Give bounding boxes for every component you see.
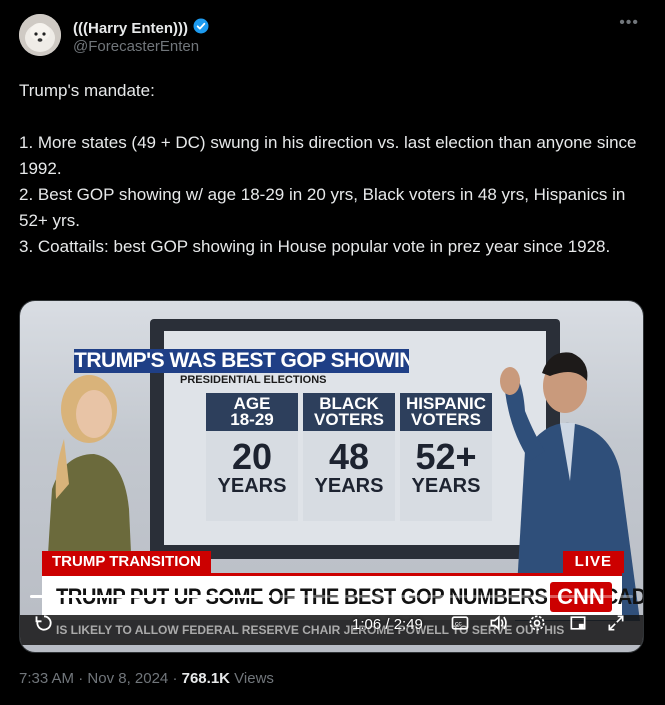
column-number: 48	[328, 436, 370, 477]
column-unit: YEARS	[314, 475, 384, 497]
volume-icon[interactable]	[487, 613, 509, 637]
column-unit: YEARS	[217, 475, 287, 497]
column-head: AGE 18-29	[206, 393, 298, 431]
tweet-date[interactable]: Nov 8, 2024	[87, 670, 168, 687]
video-progress-bar[interactable]	[30, 595, 633, 598]
section-tag: TRUMP TRANSITION	[42, 551, 211, 573]
graphic-subtitle: PRESIDENTIAL ELECTIONS	[180, 374, 327, 386]
graphic-column: AGE 18-29 20 YEARS	[206, 393, 298, 521]
column-head: BLACK VOTERS	[303, 393, 395, 431]
column-head: HISPANIC VOTERS	[400, 393, 492, 431]
views-label: Views	[234, 670, 274, 687]
news-ticker: IS LIKELY TO ALLOW FEDERAL RESERVE CHAIR…	[20, 615, 643, 645]
author-name-row[interactable]: (((Harry Enten)))	[73, 17, 210, 39]
captions-icon[interactable]: cc	[450, 613, 470, 637]
author-handle[interactable]: @ForecasterEnten	[73, 38, 199, 55]
column-unit: YEARS	[411, 475, 481, 497]
replay-icon[interactable]	[34, 613, 54, 637]
avatar[interactable]	[19, 14, 61, 56]
video-time: 1:06 / 2:49	[352, 616, 423, 633]
picture-in-picture-icon[interactable]	[568, 613, 588, 637]
views-count: 768.1K	[181, 670, 230, 687]
tweet-meta: 7:33 AM · Nov 8, 2024 · 768.1K Views	[19, 670, 274, 687]
tweet-text: Trump's mandate: 1. More states (49 + DC…	[19, 81, 637, 256]
graphic-column: BLACK VOTERS 48 YEARS	[303, 393, 395, 521]
settings-gear-icon[interactable]	[527, 613, 547, 637]
graphic-column: HISPANIC VOTERS 52+ YEARS	[400, 393, 492, 521]
verified-badge-icon	[192, 17, 210, 39]
tweet-time[interactable]: 7:33 AM	[19, 670, 74, 687]
video-player[interactable]: TRUMP'S WAS BEST GOP SHOWING IN PRESIDEN…	[19, 300, 644, 653]
author-display-name[interactable]: (((Harry Enten)))	[73, 20, 188, 37]
more-icon[interactable]: •••	[619, 14, 639, 32]
live-tag: LIVE	[562, 551, 624, 573]
fullscreen-icon[interactable]	[606, 613, 626, 637]
column-number: 20	[231, 436, 273, 477]
column-number: 52+	[415, 436, 477, 477]
video-progress-fill	[30, 595, 272, 598]
svg-text:cc: cc	[455, 621, 462, 628]
